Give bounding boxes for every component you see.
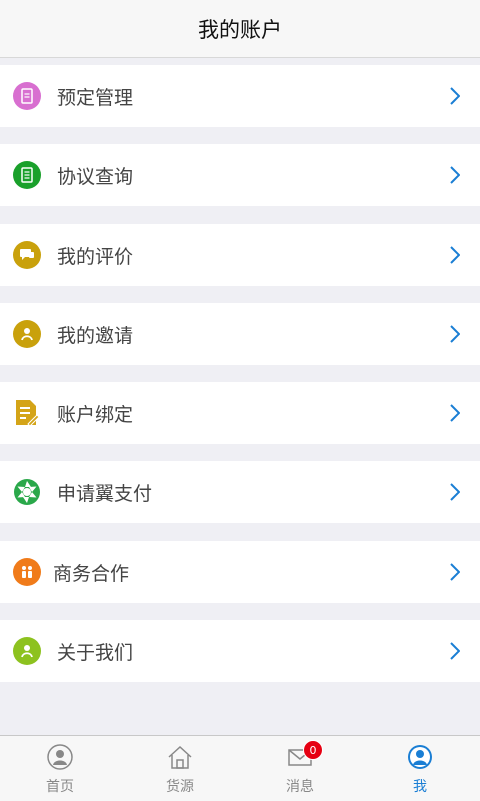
chevron-right-icon (450, 404, 461, 426)
document-icon (13, 82, 41, 110)
menu-item-reviews[interactable]: 我的评价 (0, 224, 480, 286)
message-count-badge: 0 (303, 740, 323, 760)
chevron-right-icon (450, 87, 461, 109)
tab-home[interactable]: 首页 (0, 736, 120, 801)
house-icon (168, 745, 192, 769)
agreement-icon (13, 161, 41, 189)
business-icon (13, 558, 41, 586)
menu-item-label: 关于我们 (57, 641, 134, 664)
me-icon (408, 745, 432, 769)
tab-label: 货源 (166, 779, 194, 795)
menu-item-label: 商务合作 (53, 562, 130, 585)
page-title: 我的账户 (198, 17, 282, 42)
menu-item-account-binding[interactable]: 账户绑定 (0, 382, 480, 444)
tab-label: 消息 (286, 779, 314, 795)
header-bar: 我的账户 (0, 0, 480, 58)
menu-item-label: 协议查询 (57, 165, 134, 188)
menu-item-apply-payment[interactable]: 申请翼支付 (0, 461, 480, 523)
menu-item-label: 预定管理 (57, 86, 134, 109)
menu-item-booking[interactable]: 预定管理 (0, 65, 480, 127)
bind-edit-icon (13, 399, 41, 427)
menu-item-agreement[interactable]: 协议查询 (0, 144, 480, 206)
comment-icon (13, 241, 41, 269)
tab-cargo[interactable]: 货源 (120, 736, 240, 801)
menu-item-label: 账户绑定 (57, 403, 134, 426)
menu-item-label: 我的评价 (57, 245, 134, 268)
tab-label: 我 (413, 779, 427, 795)
chevron-right-icon (450, 166, 461, 188)
home-user-icon (47, 744, 73, 770)
chevron-right-icon (450, 483, 461, 505)
chevron-right-icon (450, 563, 461, 585)
chevron-right-icon (450, 325, 461, 347)
aperture-icon (13, 478, 41, 506)
tab-bar: 首页 货源 消息 我 (0, 735, 480, 801)
chevron-right-icon (450, 642, 461, 664)
chevron-right-icon (450, 246, 461, 268)
menu-item-about[interactable]: 关于我们 (0, 620, 480, 682)
about-icon (13, 637, 41, 665)
invite-icon (13, 320, 41, 348)
menu-item-label: 申请翼支付 (57, 482, 153, 505)
menu-item-business[interactable]: 商务合作 (0, 541, 480, 603)
tab-label: 首页 (46, 779, 74, 795)
tab-messages[interactable]: 消息 (240, 736, 360, 801)
menu-item-invitations[interactable]: 我的邀请 (0, 303, 480, 365)
tab-me[interactable]: 我 (360, 736, 480, 801)
menu-item-label: 我的邀请 (57, 324, 134, 347)
